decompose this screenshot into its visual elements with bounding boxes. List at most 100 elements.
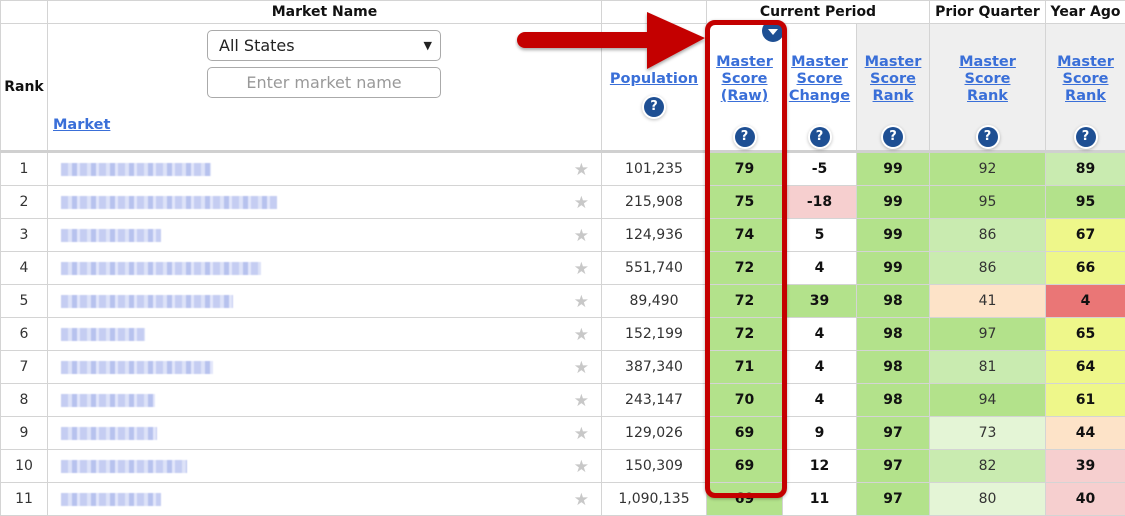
sort-link-population[interactable]: Population xyxy=(602,71,706,88)
year-ago-rank-cell: 66 xyxy=(1046,252,1125,285)
star-icon[interactable]: ★ xyxy=(574,193,589,213)
market-name-link-redacted[interactable] xyxy=(61,328,145,341)
master-score-raw-cell: 71 xyxy=(707,351,783,384)
market-name-link-redacted[interactable] xyxy=(61,229,161,242)
sort-link-master-score-change[interactable]: Master Score Change xyxy=(783,54,856,105)
rank-cell: 11 xyxy=(1,483,48,516)
market-name-link-redacted[interactable] xyxy=(61,361,213,374)
table-row[interactable]: 2★215,90875-18999595 xyxy=(1,186,1125,219)
star-icon[interactable]: ★ xyxy=(574,160,589,180)
master-score-change-cell: 4 xyxy=(783,351,857,384)
column-header-population: Population ? xyxy=(602,24,707,152)
population-cell: 129,026 xyxy=(602,417,707,450)
table-row[interactable]: 6★152,199724989765 xyxy=(1,318,1125,351)
prior-quarter-rank-cell: 97 xyxy=(930,318,1046,351)
year-ago-rank-cell: 65 xyxy=(1046,318,1125,351)
table-row[interactable]: 1★101,23579-5999289 xyxy=(1,152,1125,186)
master-score-raw-cell: 75 xyxy=(707,186,783,219)
group-header-row: Market Name Current Period Prior Quarter… xyxy=(1,1,1125,24)
label-line: Score xyxy=(1063,71,1109,87)
year-ago-rank-cell: 40 xyxy=(1046,483,1125,516)
group-header-population-empty xyxy=(602,1,707,24)
table-row[interactable]: 11★1,090,1356911978040 xyxy=(1,483,1125,516)
star-icon[interactable]: ★ xyxy=(574,424,589,444)
prior-quarter-rank-cell: 80 xyxy=(930,483,1046,516)
table-row[interactable]: 4★551,740724998666 xyxy=(1,252,1125,285)
column-header-master-score-raw: Master Score (Raw) ? xyxy=(707,24,783,152)
state-select[interactable]: All States ▼ xyxy=(207,30,441,61)
sort-descending-icon[interactable] xyxy=(762,20,784,42)
table-row[interactable]: 9★129,026699977344 xyxy=(1,417,1125,450)
market-name-link-redacted[interactable] xyxy=(61,262,261,275)
year-ago-rank-cell: 67 xyxy=(1046,219,1125,252)
master-score-rank-cell: 99 xyxy=(857,186,930,219)
master-score-rank-cell: 97 xyxy=(857,417,930,450)
sort-link-prior-quarter-rank[interactable]: Master Score Rank xyxy=(930,54,1045,105)
market-name-cell: ★ xyxy=(48,285,602,318)
prior-quarter-rank-cell: 81 xyxy=(930,351,1046,384)
master-score-rank-cell: 98 xyxy=(857,351,930,384)
year-ago-rank-cell: 95 xyxy=(1046,186,1125,219)
rank-cell: 4 xyxy=(1,252,48,285)
column-header-rank: Rank xyxy=(1,24,48,152)
star-icon[interactable]: ★ xyxy=(574,391,589,411)
label-line: Score xyxy=(965,71,1011,87)
label-line: Score xyxy=(722,71,768,87)
population-cell: 152,199 xyxy=(602,318,707,351)
group-header-empty xyxy=(1,1,48,24)
market-name-link-redacted[interactable] xyxy=(61,196,277,209)
master-score-raw-cell: 79 xyxy=(707,152,783,186)
market-name-cell: ★ xyxy=(48,152,602,186)
help-icon[interactable]: ? xyxy=(735,127,755,147)
market-name-input[interactable]: Enter market name xyxy=(207,67,441,98)
star-icon[interactable]: ★ xyxy=(574,358,589,378)
label-line: Rank xyxy=(967,88,1008,104)
population-cell: 387,340 xyxy=(602,351,707,384)
help-icon[interactable]: ? xyxy=(810,127,830,147)
market-name-cell: ★ xyxy=(48,252,602,285)
label-line: Master xyxy=(716,54,773,70)
market-name-link-redacted[interactable] xyxy=(61,460,187,473)
master-score-raw-cell: 69 xyxy=(707,483,783,516)
star-icon[interactable]: ★ xyxy=(574,292,589,312)
column-header-row: Rank All States ▼ Enter market name Mark… xyxy=(1,24,1125,152)
column-header-prior-quarter-rank: Master Score Rank ? xyxy=(930,24,1046,152)
sort-link-market[interactable]: Market xyxy=(53,117,110,134)
market-name-link-redacted[interactable] xyxy=(61,295,233,308)
star-icon[interactable]: ★ xyxy=(574,457,589,477)
group-header-current-period: Current Period xyxy=(707,1,930,24)
master-score-raw-cell: 72 xyxy=(707,285,783,318)
master-score-rank-cell: 98 xyxy=(857,384,930,417)
star-icon[interactable]: ★ xyxy=(574,490,589,510)
population-cell: 1,090,135 xyxy=(602,483,707,516)
column-header-market: All States ▼ Enter market name Market xyxy=(48,24,602,152)
star-icon[interactable]: ★ xyxy=(574,226,589,246)
sort-link-master-score-rank[interactable]: Master Score Rank xyxy=(857,54,929,105)
table-row[interactable]: 5★89,490723998414 xyxy=(1,285,1125,318)
star-icon[interactable]: ★ xyxy=(574,325,589,345)
market-name-link-redacted[interactable] xyxy=(61,493,161,506)
market-name-link-redacted[interactable] xyxy=(61,427,157,440)
help-icon[interactable]: ? xyxy=(978,127,998,147)
master-score-change-cell: 11 xyxy=(783,483,857,516)
table-row[interactable]: 7★387,340714988164 xyxy=(1,351,1125,384)
column-header-master-score-rank: Master Score Rank ? xyxy=(857,24,930,152)
master-score-rank-cell: 98 xyxy=(857,318,930,351)
table-row[interactable]: 8★243,147704989461 xyxy=(1,384,1125,417)
chevron-down-icon: ▼ xyxy=(424,31,432,60)
label-line: Score xyxy=(797,71,843,87)
rank-cell: 1 xyxy=(1,152,48,186)
table-row[interactable]: 3★124,936745998667 xyxy=(1,219,1125,252)
star-icon[interactable]: ★ xyxy=(574,259,589,279)
table-row[interactable]: 10★150,3096912978239 xyxy=(1,450,1125,483)
market-name-link-redacted[interactable] xyxy=(61,394,155,407)
help-icon[interactable]: ? xyxy=(644,97,664,117)
help-icon[interactable]: ? xyxy=(883,127,903,147)
population-cell: 89,490 xyxy=(602,285,707,318)
market-ranking-table: Market Name Current Period Prior Quarter… xyxy=(0,0,1125,516)
label-line: Rank xyxy=(1065,88,1106,104)
sort-link-master-score-raw[interactable]: Master Score (Raw) xyxy=(707,54,782,105)
help-icon[interactable]: ? xyxy=(1076,127,1096,147)
sort-link-year-ago-rank[interactable]: Master Score Rank xyxy=(1046,54,1125,105)
market-name-link-redacted[interactable] xyxy=(61,163,211,176)
